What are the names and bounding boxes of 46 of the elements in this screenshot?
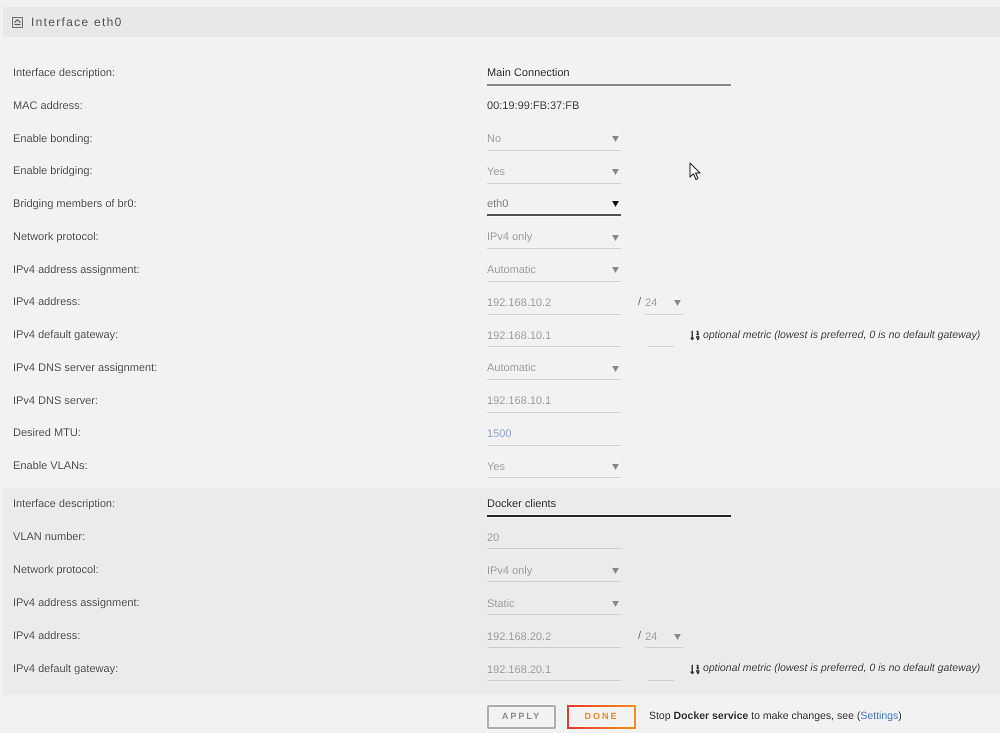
field-label: Enable bonding: bbox=[12, 132, 94, 147]
dropdown-field[interactable]: eth0 bbox=[487, 192, 621, 216]
sort-numeric-down-icon bbox=[690, 664, 700, 675]
value-text: 00:19:99:FB:37:FB bbox=[487, 98, 580, 114]
hint-text: optional metric (lowest is preferred, 0 is no default gateway) bbox=[703, 328, 980, 342]
chevron-up-square-icon[interactable] bbox=[12, 16, 23, 28]
caret-down-icon bbox=[674, 634, 682, 640]
caret-down-icon bbox=[612, 201, 619, 208]
caret-down-icon bbox=[612, 464, 619, 470]
field-label: Enable VLANs: bbox=[12, 459, 89, 474]
caret-down-icon bbox=[612, 234, 619, 241]
done-button[interactable]: DONE bbox=[567, 704, 636, 729]
section-title: Interface eth0 bbox=[31, 14, 123, 31]
text-field[interactable]: Docker clients bbox=[487, 491, 731, 518]
help-text: Stop Docker service to make changes, see (Settings) bbox=[649, 708, 902, 724]
field-label: Network protocol: bbox=[12, 230, 100, 245]
caret-down-icon bbox=[674, 300, 682, 306]
field-label: IPv4 default gateway: bbox=[12, 662, 120, 677]
caret-down-icon bbox=[612, 568, 619, 574]
mouse-pointer-icon bbox=[689, 162, 701, 181]
field-label: IPv4 address: bbox=[12, 295, 82, 310]
field-label: Bridging members of br0: bbox=[12, 197, 138, 212]
separator-text: / bbox=[638, 629, 642, 644]
sort-numeric-down-icon bbox=[690, 330, 700, 341]
caret-down-icon bbox=[612, 267, 619, 274]
field-label: Network protocol: bbox=[12, 563, 100, 578]
field-label: IPv4 default gateway: bbox=[12, 328, 120, 344]
field-label: Desired MTU: bbox=[12, 426, 82, 442]
field-label: IPv4 DNS server: bbox=[12, 394, 99, 409]
text-field[interactable]: Main Connection bbox=[487, 60, 731, 86]
settings-link[interactable]: Settings bbox=[860, 710, 898, 722]
field-label: Enable bridging: bbox=[12, 164, 94, 180]
field-label: IPv4 address assignment: bbox=[12, 262, 141, 278]
field-label: Interface description: bbox=[12, 66, 116, 82]
field-label: VLAN number: bbox=[12, 530, 86, 545]
separator-text: / bbox=[638, 295, 642, 310]
caret-down-icon bbox=[612, 600, 619, 607]
caret-down-icon bbox=[612, 366, 619, 372]
field-label: IPv4 address: bbox=[12, 629, 82, 644]
field-label: MAC address: bbox=[12, 98, 84, 114]
caret-down-icon bbox=[612, 169, 619, 176]
hint-text: optional metric (lowest is preferred, 0 is no default gateway) bbox=[703, 661, 980, 676]
field-label: Interface description: bbox=[12, 497, 116, 512]
caret-down-icon bbox=[612, 136, 619, 142]
field-label: IPv4 address assignment: bbox=[12, 596, 141, 611]
field-label: IPv4 DNS server assignment: bbox=[12, 360, 158, 376]
